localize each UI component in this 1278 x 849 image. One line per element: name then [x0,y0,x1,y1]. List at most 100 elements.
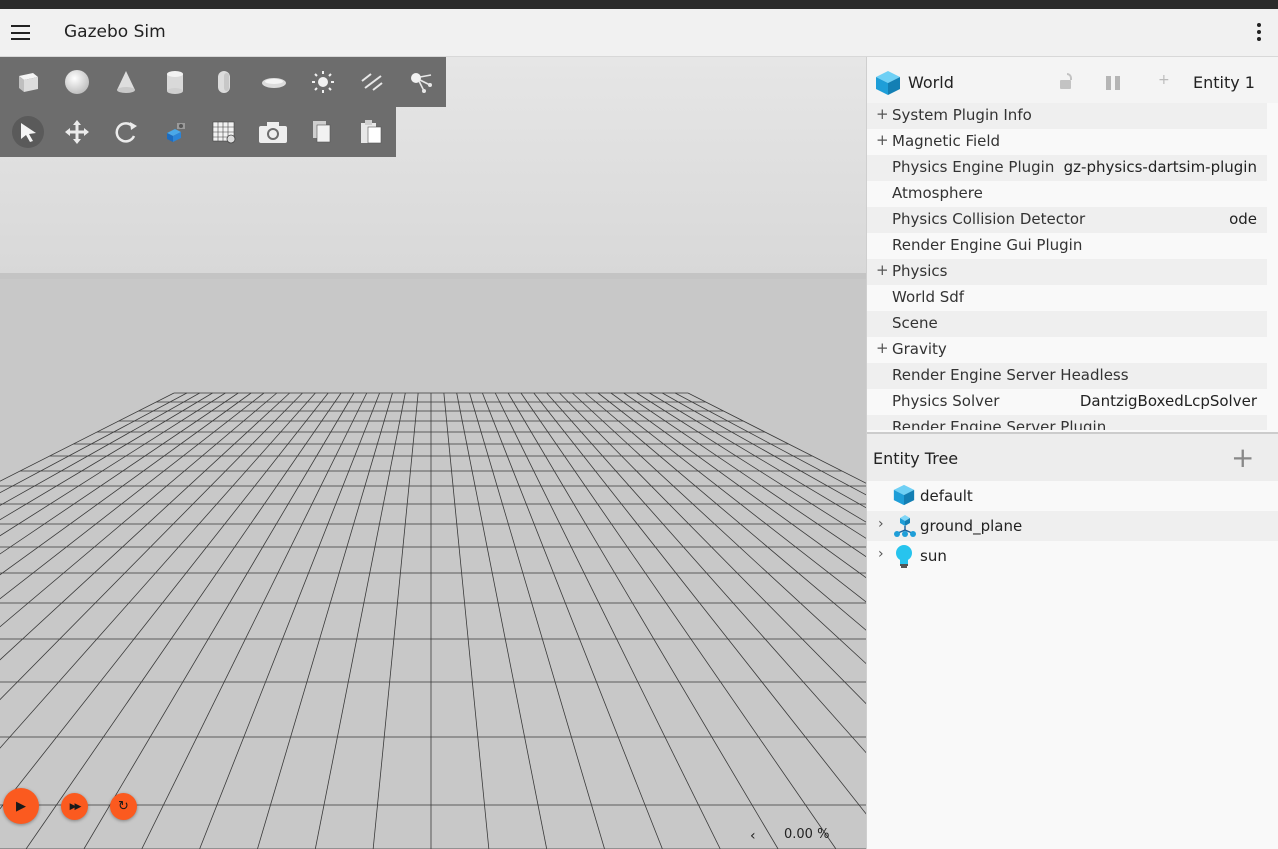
component-value: ode [1229,210,1257,228]
paste-icon [359,119,383,145]
camera-icon [258,120,288,144]
point-light-tool[interactable] [298,57,347,107]
light-bulb-icon [893,544,915,574]
entity-id-label: Entity 1 [1193,73,1255,92]
directional-light-icon [359,69,385,95]
component-row[interactable]: Scene [867,311,1267,337]
sphere-tool[interactable] [52,57,101,107]
component-name: System Plugin Info [892,106,1032,124]
box-tool[interactable] [3,57,52,107]
component-name: Scene [892,314,938,332]
expand-plus-icon[interactable]: + [876,131,889,149]
3d-scene-viewport[interactable]: ▶ ▶▶ ↻ ‹ 0.00 % [0,57,866,849]
chevron-right-icon[interactable]: › [878,546,884,562]
world-cube-icon [875,70,901,100]
component-row[interactable]: + System Plugin Info [867,103,1267,129]
component-row[interactable]: + Physics [867,259,1267,285]
cylinder-tool[interactable] [151,57,200,107]
capsule-icon [211,69,237,95]
entity-tree-item-sun[interactable]: › sun [867,541,1278,571]
spot-light-icon [408,69,434,95]
component-row[interactable]: Render Engine Server Plugin [867,415,1267,430]
shapes-toolbar [0,57,446,107]
grid-snap-icon [211,119,237,145]
component-name: Physics Engine Plugin [892,158,1055,176]
component-name: Gravity [892,340,947,358]
component-row[interactable]: Physics Collision Detector ode [867,207,1267,233]
entity-tree: default › ground_plane › sun [867,481,1278,571]
view-angle-tool[interactable] [150,107,199,157]
component-name: Render Engine Server Headless [892,366,1129,384]
translate-icon [64,119,90,145]
ellipsoid-tool[interactable] [249,57,298,107]
scene-render [0,57,866,849]
model-icon [893,514,917,542]
component-name: Atmosphere [892,184,983,202]
expand-plus-icon[interactable]: + [876,339,889,357]
inspected-entity-name: World [908,73,954,92]
component-row[interactable]: Physics Engine Plugin gz-physics-dartsim-… [867,155,1267,181]
lock-icon[interactable] [1059,72,1075,94]
component-name: World Sdf [892,288,965,306]
component-list: + System Plugin Info + Magnetic Field Physic… [867,103,1267,430]
expand-plus-icon[interactable]: + [876,105,889,123]
world-cube-icon [893,484,915,510]
select-arrow-icon [11,115,45,149]
chevron-right-icon[interactable]: › [878,516,884,532]
rotate-tool[interactable] [101,107,150,157]
cylinder-icon [162,69,188,95]
cone-tool[interactable] [101,57,150,107]
component-row[interactable]: Render Engine Server Headless [867,363,1267,389]
reset-button[interactable]: ↻ [110,793,137,820]
component-row[interactable]: + Magnetic Field [867,129,1267,155]
component-inspector-header: World + Entity 1 [867,57,1278,107]
transform-toolbar [0,107,396,157]
component-row[interactable]: World Sdf [867,285,1267,311]
more-options-icon[interactable] [1255,23,1263,43]
component-name: Magnetic Field [892,132,1001,150]
expand-plus-icon[interactable]: + [876,261,889,279]
component-row[interactable]: Physics Solver DantzigBoxedLcpSolver [867,389,1267,415]
paste-tool[interactable] [347,107,396,157]
entity-tree-item-ground-plane[interactable]: › ground_plane [867,511,1278,541]
component-value: DantzigBoxedLcpSolver [1079,392,1257,410]
title-bar: Gazebo Sim [0,9,1278,57]
hamburger-menu-icon[interactable] [11,25,30,40]
component-row[interactable]: Atmosphere [867,181,1267,207]
real-time-factor: 0.00 % [784,827,830,842]
pause-updates-icon[interactable] [1106,75,1124,94]
translate-tool[interactable] [52,107,101,157]
entity-tree-header: Entity Tree + [867,434,1278,481]
screenshot-tool[interactable] [249,107,298,157]
sphere-icon [64,69,90,95]
point-light-icon [310,69,336,95]
right-panel: World + Entity 1 + System Plugin Info + Mag… [866,57,1278,849]
entity-tree-item-label: ground_plane [920,517,1023,535]
component-name: Physics Collision Detector [892,210,1086,228]
component-name: Physics Solver [892,392,1000,410]
component-row[interactable]: Render Engine Gui Plugin [867,233,1267,259]
rotate-icon [113,119,139,145]
spot-light-tool[interactable] [397,57,446,107]
cone-icon [113,69,139,95]
grid-config-tool[interactable] [200,107,249,157]
step-button[interactable]: ▶▶ [61,793,88,820]
play-button[interactable]: ▶ [3,788,39,824]
component-list-scrollbar[interactable] [1267,103,1278,430]
capsule-tool[interactable] [200,57,249,107]
ellipsoid-icon [261,69,287,95]
component-row[interactable]: + Gravity [867,337,1267,363]
select-tool[interactable] [3,107,52,157]
copy-icon [311,119,333,145]
entity-tree-title: Entity Tree [873,449,959,468]
add-component-icon[interactable]: + [1158,72,1170,88]
directional-light-tool[interactable] [348,57,397,107]
component-name: Physics [892,262,948,280]
expand-stats-arrow[interactable]: ‹ [750,828,756,844]
entity-tree-item-default[interactable]: default [867,481,1278,511]
app-title: Gazebo Sim [64,22,166,42]
add-entity-icon[interactable]: + [1231,441,1254,474]
view-angle-icon [161,119,189,145]
entity-tree-item-label: default [920,487,973,505]
copy-tool[interactable] [298,107,347,157]
